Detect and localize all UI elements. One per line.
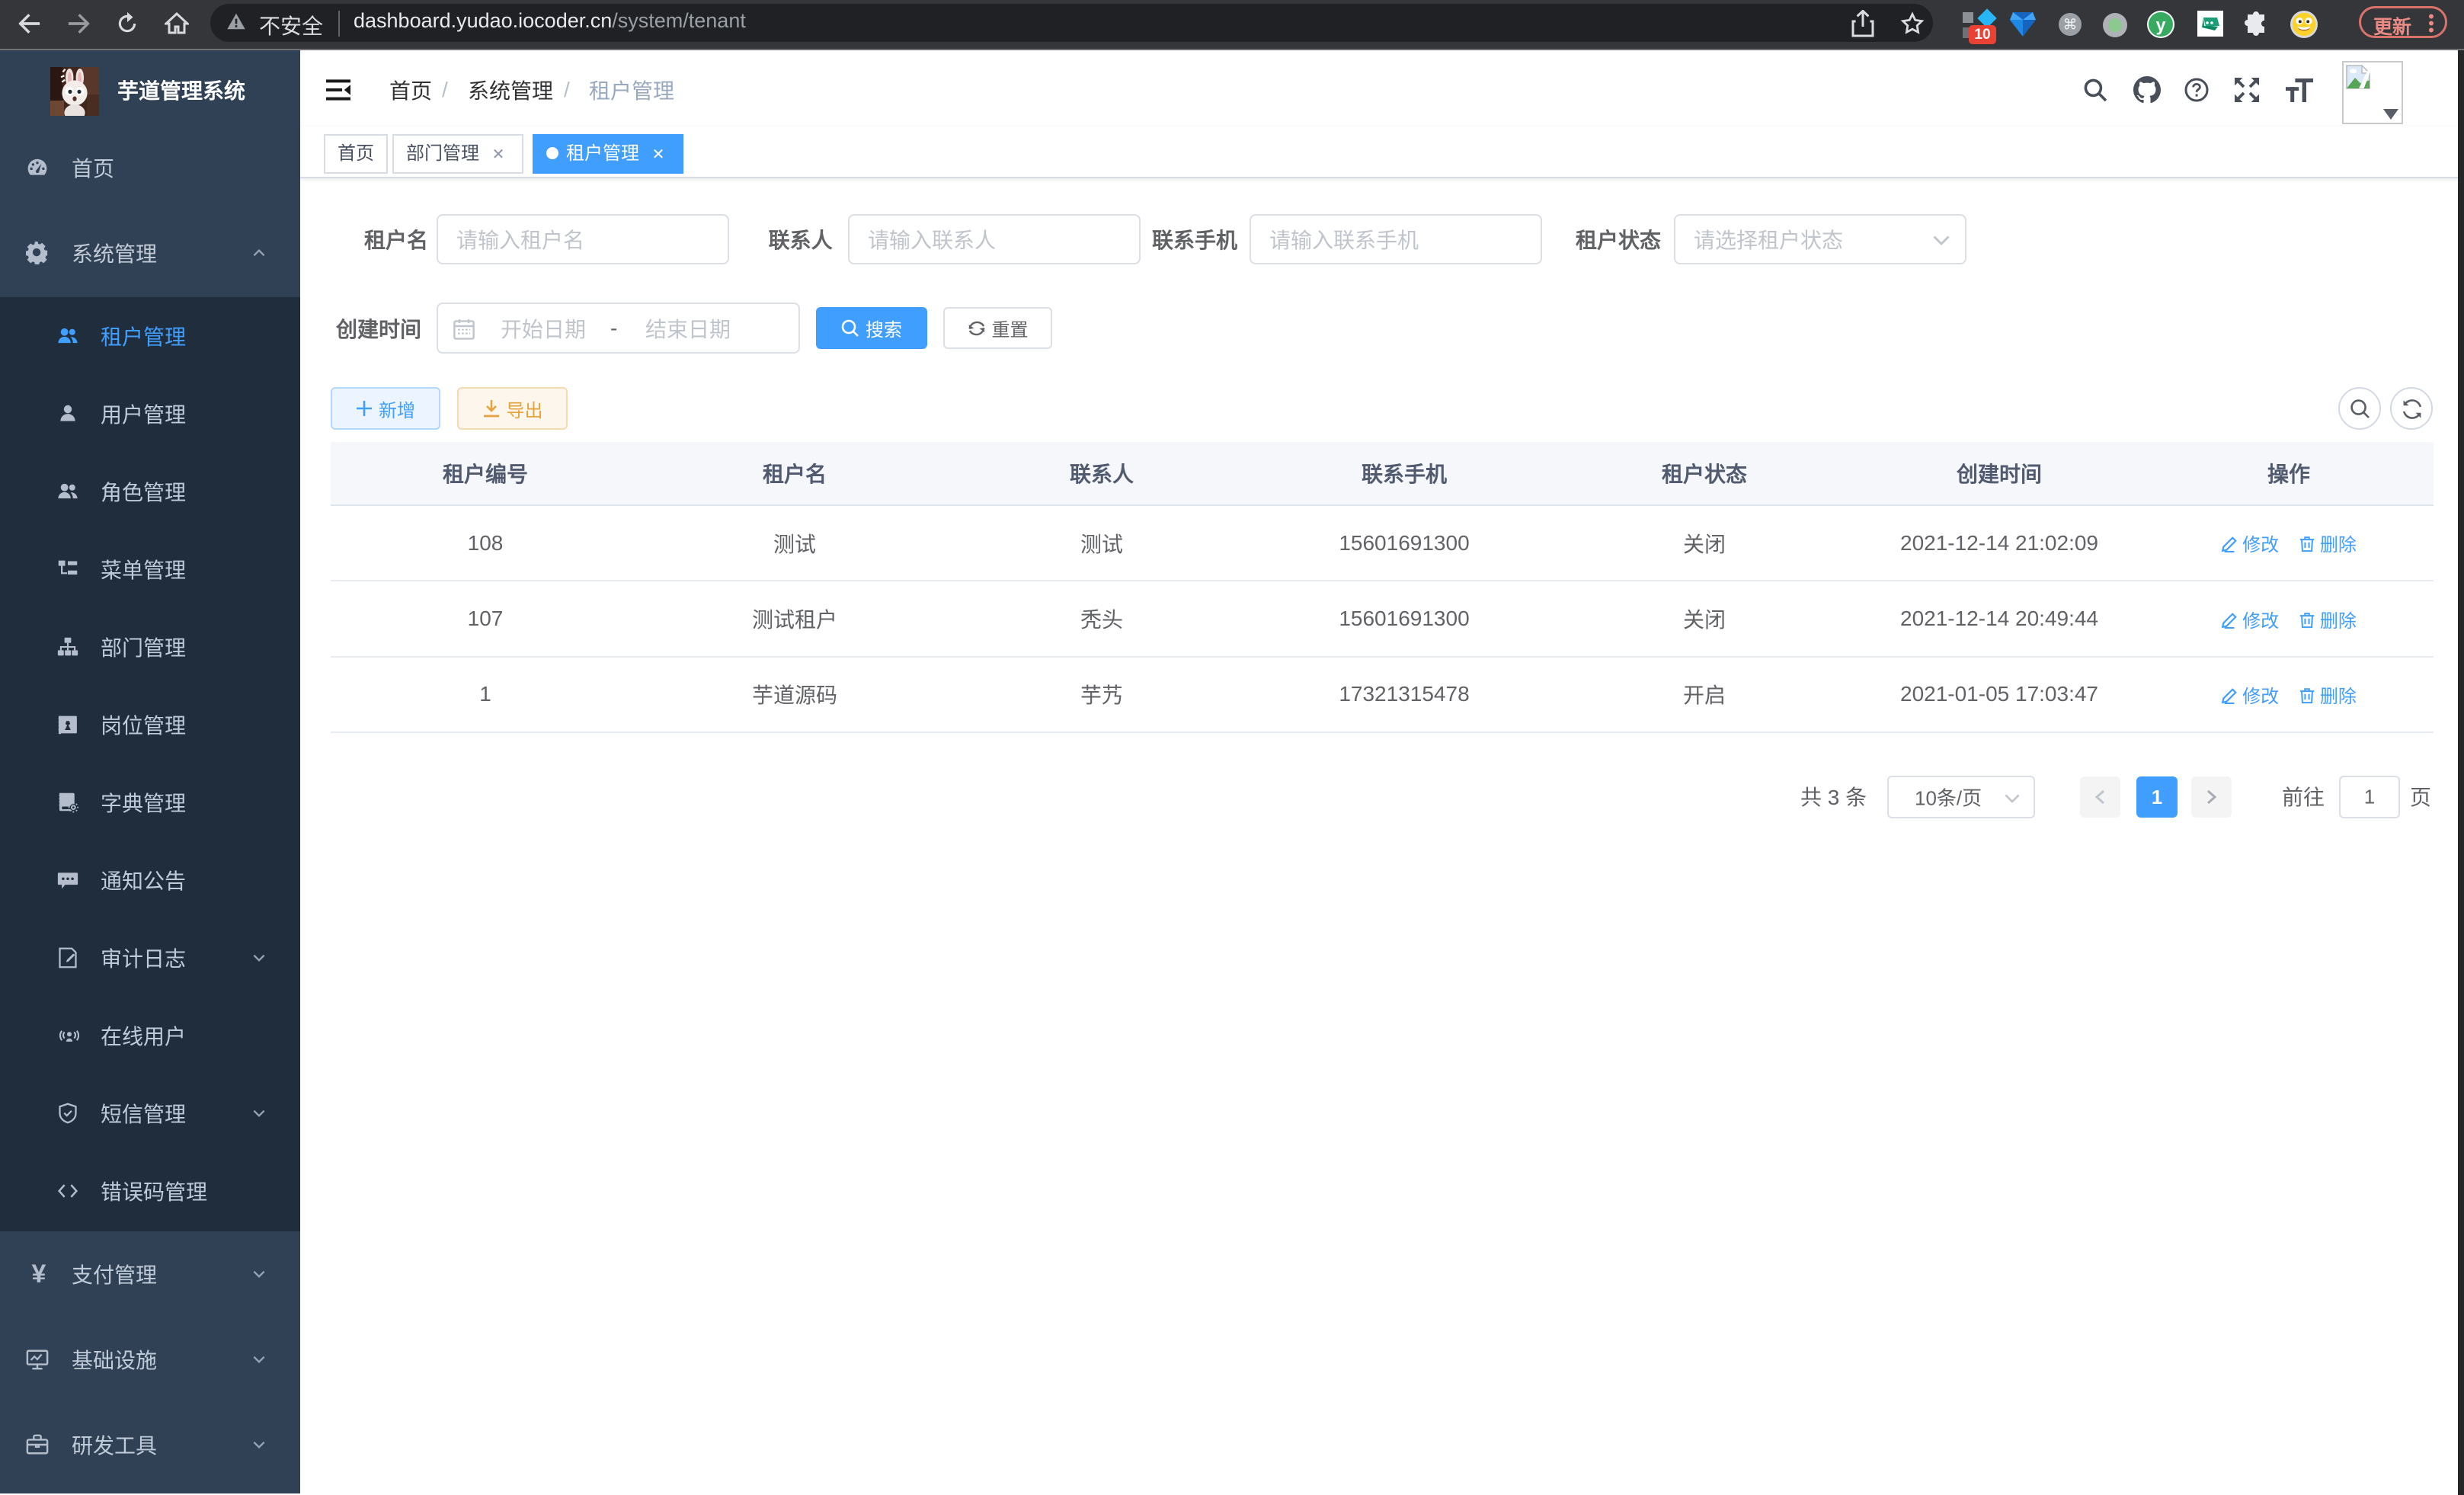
svg-text:y: y — [2156, 14, 2166, 34]
svg-text:⌘: ⌘ — [2063, 18, 2078, 34]
